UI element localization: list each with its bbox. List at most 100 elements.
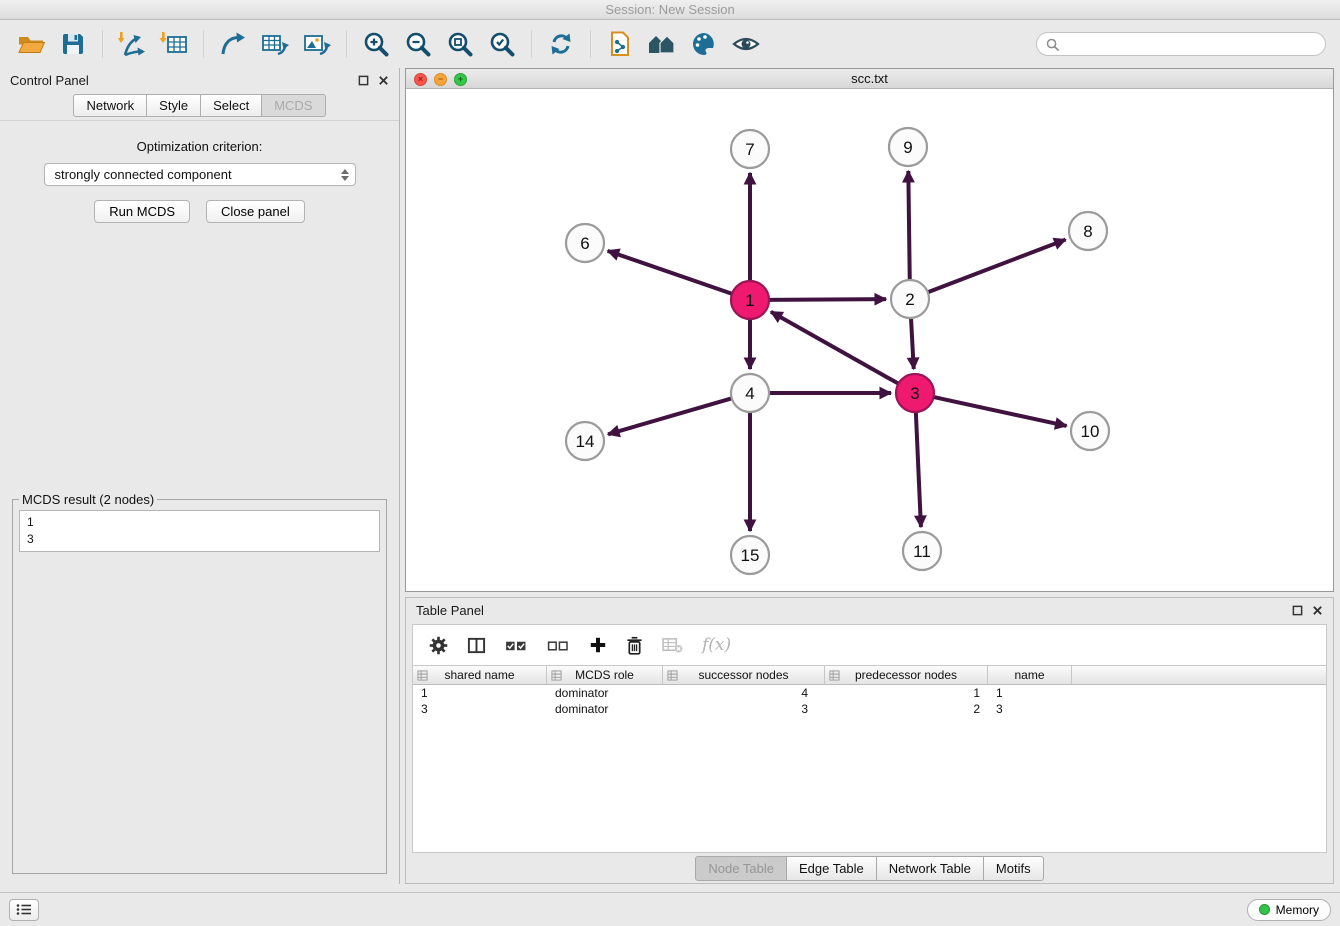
- table-panel-header: Table Panel: [406, 598, 1333, 622]
- apply-style-button[interactable]: [683, 24, 725, 64]
- toolbar-separator: [531, 30, 532, 58]
- cell-successor-nodes[interactable]: 4: [663, 686, 825, 700]
- tab-network-table[interactable]: Network Table: [876, 856, 984, 881]
- graph-edge-4-14[interactable]: [608, 398, 733, 434]
- column-header-name[interactable]: name: [988, 666, 1072, 684]
- tab-motifs[interactable]: Motifs: [983, 856, 1044, 881]
- column-type-icon: [667, 670, 678, 681]
- column-header-predecessor-nodes[interactable]: predecessor nodes: [825, 666, 988, 684]
- workspace: Control Panel Network Style Select MCDS …: [0, 68, 1340, 892]
- control-panel-header: Control Panel: [0, 68, 399, 92]
- main-toolbar: [0, 20, 1340, 68]
- maximize-window-button[interactable]: [454, 73, 467, 86]
- float-table-panel-icon[interactable]: [1292, 605, 1303, 616]
- delete-table-icon: [662, 637, 683, 654]
- trash-icon: [626, 636, 643, 655]
- graph-node-4[interactable]: 4: [731, 374, 769, 412]
- graph-node-1[interactable]: 1: [731, 281, 769, 319]
- delete-column-button[interactable]: [626, 636, 643, 655]
- graph-node-10[interactable]: 10: [1071, 412, 1109, 450]
- zoom-fit-button[interactable]: [439, 24, 481, 64]
- column-header-successor-nodes[interactable]: successor nodes: [663, 666, 825, 684]
- zoom-out-button[interactable]: [397, 24, 439, 64]
- graph-edge-1-2[interactable]: [768, 299, 886, 300]
- cell-mcds-role[interactable]: dominator: [547, 686, 663, 700]
- close-window-button[interactable]: [414, 73, 427, 86]
- save-session-button[interactable]: [52, 24, 94, 64]
- zoom-in-button[interactable]: [355, 24, 397, 64]
- table-settings-button[interactable]: [429, 636, 448, 655]
- column-header-shared-name[interactable]: shared name: [413, 666, 547, 684]
- graph-node-14[interactable]: 14: [566, 422, 604, 460]
- graph-edge-2-8[interactable]: [927, 240, 1066, 293]
- search-input[interactable]: [1065, 37, 1316, 52]
- tab-node-table[interactable]: Node Table: [695, 856, 787, 881]
- cell-mcds-role[interactable]: dominator: [547, 702, 663, 716]
- unselect-all-columns-button[interactable]: [547, 637, 570, 654]
- show-columns-button[interactable]: [467, 636, 486, 655]
- function-builder-button[interactable]: f(x): [702, 635, 731, 655]
- panel-selector-button[interactable]: [9, 899, 39, 921]
- memory-button[interactable]: Memory: [1247, 899, 1331, 921]
- graph-node-8[interactable]: 8: [1069, 212, 1107, 250]
- import-network-button[interactable]: [111, 24, 153, 64]
- tab-mcds[interactable]: MCDS: [261, 94, 325, 117]
- export-image-button[interactable]: [296, 24, 338, 64]
- toolbar-separator: [590, 30, 591, 58]
- table-body: 1 dominator 4 1 1 3 dominator 3 2 3: [413, 685, 1326, 852]
- table-row[interactable]: 1 dominator 4 1 1: [413, 685, 1326, 701]
- network-view-window: scc.txt 7968124314101511: [405, 68, 1334, 592]
- zoom-selected-button[interactable]: [481, 24, 523, 64]
- tab-select[interactable]: Select: [200, 94, 262, 117]
- cell-name[interactable]: 1: [988, 686, 1072, 700]
- graph-node-2[interactable]: 2: [891, 280, 929, 318]
- close-panel-button[interactable]: Close panel: [206, 200, 305, 223]
- criterion-select[interactable]: strongly connected component: [44, 163, 356, 186]
- graph-node-7[interactable]: 7: [731, 130, 769, 168]
- open-session-button[interactable]: [10, 24, 52, 64]
- graph-edge-2-9[interactable]: [908, 171, 909, 281]
- refresh-network-button[interactable]: [540, 24, 582, 64]
- graph-edge-3-1[interactable]: [771, 312, 899, 384]
- close-panel-icon[interactable]: [378, 75, 389, 86]
- graph-node-15[interactable]: 15: [731, 536, 769, 574]
- first-neighbors-button[interactable]: [599, 24, 641, 64]
- graph-edge-3-10[interactable]: [933, 397, 1067, 426]
- mcds-result-list[interactable]: 1 3: [19, 510, 380, 552]
- cell-successor-nodes[interactable]: 3: [663, 702, 825, 716]
- export-table-button[interactable]: [254, 24, 296, 64]
- import-table-button[interactable]: [153, 24, 195, 64]
- tab-edge-table[interactable]: Edge Table: [786, 856, 877, 881]
- plus-icon: [589, 636, 607, 654]
- delete-table-button[interactable]: [662, 637, 683, 654]
- minimize-window-button[interactable]: [434, 73, 447, 86]
- tab-style[interactable]: Style: [146, 94, 201, 117]
- right-side: scc.txt 7968124314101511 Table Panel: [405, 68, 1334, 884]
- graph-edge-3-11[interactable]: [916, 411, 921, 527]
- run-mcds-button[interactable]: Run MCDS: [94, 200, 190, 223]
- mcds-result-title: MCDS result (2 nodes): [19, 492, 157, 507]
- graph-node-11[interactable]: 11: [903, 532, 941, 570]
- float-panel-icon[interactable]: [358, 75, 369, 86]
- home-button[interactable]: [641, 24, 683, 64]
- close-table-panel-icon[interactable]: [1312, 605, 1323, 616]
- cell-predecessor-nodes[interactable]: 1: [825, 686, 988, 700]
- export-network-icon: [218, 30, 248, 58]
- export-network-button[interactable]: [212, 24, 254, 64]
- graph-edge-2-3[interactable]: [911, 317, 914, 369]
- table-row[interactable]: 3 dominator 3 2 3: [413, 701, 1326, 717]
- select-all-columns-button[interactable]: [505, 637, 528, 654]
- cell-name[interactable]: 3: [988, 702, 1072, 716]
- graph-node-9[interactable]: 9: [889, 128, 927, 166]
- create-column-button[interactable]: [589, 636, 607, 654]
- cell-predecessor-nodes[interactable]: 2: [825, 702, 988, 716]
- graph-edge-1-6[interactable]: [608, 251, 733, 294]
- show-hide-button[interactable]: [725, 24, 767, 64]
- tab-network[interactable]: Network: [73, 94, 147, 117]
- graph-node-3[interactable]: 3: [896, 374, 934, 412]
- graph-node-6[interactable]: 6: [566, 224, 604, 262]
- cell-shared-name[interactable]: 3: [413, 702, 547, 716]
- column-header-mcds-role[interactable]: MCDS role: [547, 666, 663, 684]
- network-canvas[interactable]: 7 9 6 8 1 2 4 3 14 10 15 11: [406, 89, 1333, 591]
- cell-shared-name[interactable]: 1: [413, 686, 547, 700]
